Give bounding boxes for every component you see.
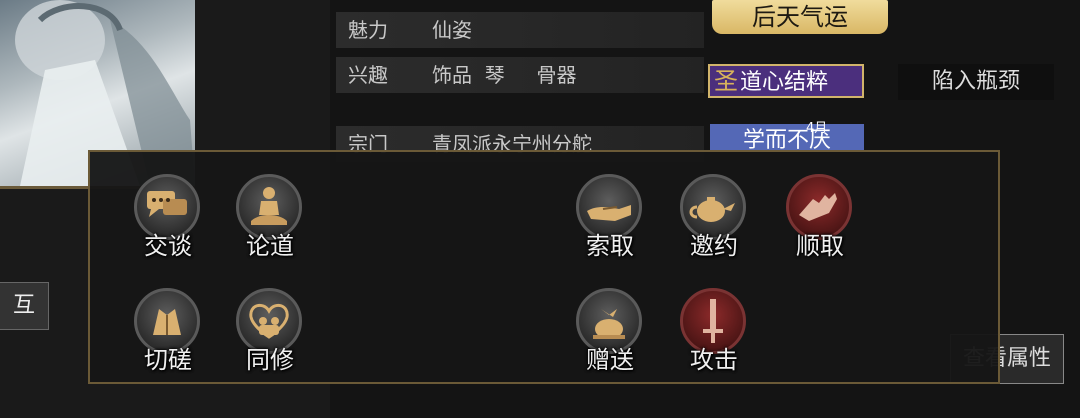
action-request[interactable]: 索取	[570, 174, 650, 264]
info-value: 饰品 琴 骨器	[432, 63, 577, 87]
info-key: 兴趣	[348, 63, 388, 87]
action-label: 论道	[246, 232, 294, 260]
info-value: 仙姿	[432, 18, 472, 42]
action-invite[interactable]: 邀约	[674, 174, 754, 264]
trait-label: 道心结粹	[740, 70, 829, 95]
info-row-charm: 魅力 仙姿	[336, 12, 704, 48]
action-label: 切磋	[144, 346, 192, 374]
info-row-interest: 兴趣 饰品 琴 骨器	[336, 57, 704, 93]
learn-tag[interactable]: 学而不厌	[710, 124, 864, 152]
info-key: 魅力	[348, 18, 388, 42]
trait-tag[interactable]: 圣道心结粹	[708, 64, 864, 98]
action-discuss-dao[interactable]: 论道	[230, 174, 310, 264]
action-label: 攻击	[690, 346, 738, 374]
action-label: 赠送	[586, 346, 634, 374]
action-label: 同修	[246, 346, 294, 374]
action-label: 邀约	[690, 232, 738, 260]
action-attack[interactable]: 攻击	[674, 288, 754, 378]
saint-glyph-icon: 圣	[714, 67, 738, 95]
action-label: 顺取	[796, 232, 844, 260]
action-co-cultivate[interactable]: 同修	[230, 288, 310, 378]
action-gift[interactable]: 赠送	[570, 288, 650, 378]
fate-button[interactable]: 后天气运	[712, 0, 888, 34]
interact-button[interactable]: 互	[0, 282, 49, 330]
bottleneck-button[interactable]: 陷入瓶颈	[898, 64, 1054, 100]
month-badge: 4月	[806, 121, 828, 136]
action-spar[interactable]: 切磋	[128, 288, 208, 378]
action-chat[interactable]: 交谈	[128, 174, 208, 264]
action-label: 索取	[586, 232, 634, 260]
action-label: 交谈	[144, 232, 192, 260]
action-steal[interactable]: 顺取	[780, 174, 860, 264]
interaction-panel: 交谈 论道 索取 邀约 顺取 切磋 同修 赠送 攻击	[88, 150, 1000, 384]
